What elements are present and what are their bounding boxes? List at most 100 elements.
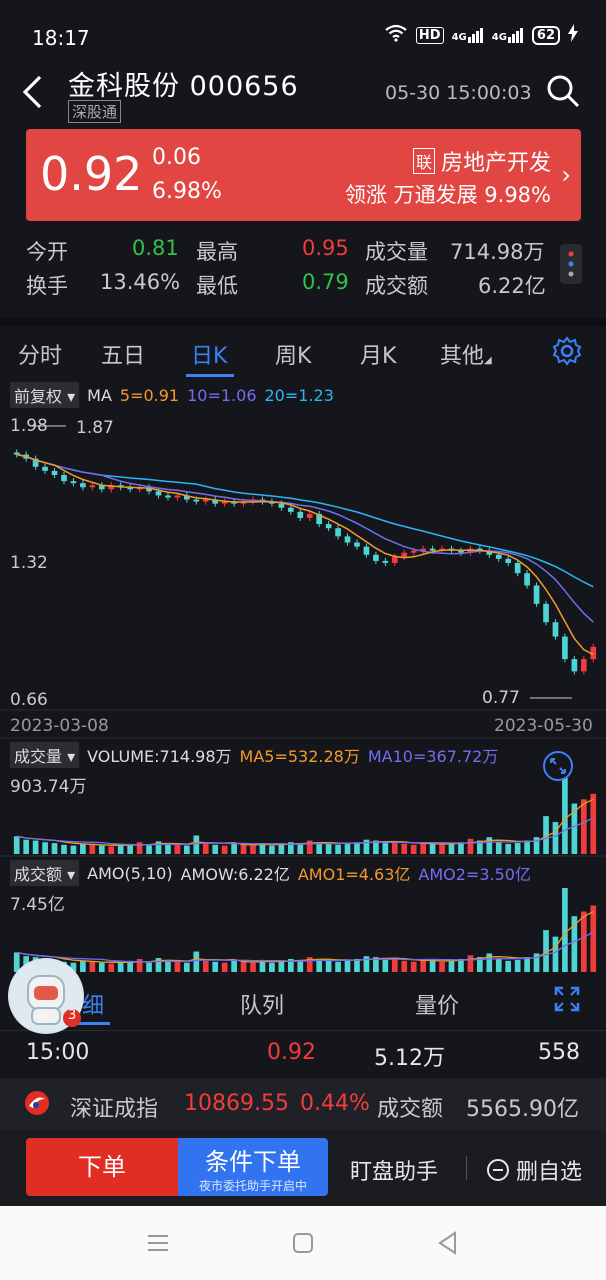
expand-chart-button[interactable]: [542, 750, 574, 782]
assistant-avatar[interactable]: 3: [8, 958, 84, 1034]
amount-bar: [316, 959, 323, 972]
volume-bar: [562, 778, 568, 854]
amount-bar: [212, 961, 219, 972]
trade-volume: 5.12万: [374, 1046, 445, 1071]
volume-bar: [363, 839, 370, 854]
ma20-line: [16, 453, 594, 588]
candle-body: [410, 550, 417, 553]
candle-body: [306, 513, 313, 518]
high-label: 最高: [196, 240, 238, 264]
volume-bar: [146, 845, 152, 854]
volume-bar: [212, 844, 219, 854]
price-change-pct: 6.98%: [152, 179, 222, 204]
amount-bar: [325, 960, 332, 972]
search-button[interactable]: [546, 74, 580, 108]
lead-pct: 9.98%: [484, 183, 551, 207]
amount-bar: [562, 888, 568, 972]
amount-dropdown[interactable]: 成交额 ▾: [10, 860, 80, 886]
amount-bar: [467, 955, 474, 972]
volume-bar: [89, 844, 96, 854]
volume-bar: [13, 836, 20, 854]
amount-bar: [184, 962, 190, 972]
y-axis-top: 1.98: [10, 416, 48, 436]
candle-body: [401, 552, 408, 557]
tab-weekly-k[interactable]: 周K: [275, 338, 311, 370]
amount-bar: [174, 961, 181, 972]
candle-body: [297, 511, 304, 518]
settings-button[interactable]: [552, 336, 582, 372]
tab-intraday[interactable]: 分时: [18, 338, 62, 370]
back-button[interactable]: [20, 74, 44, 117]
amount-bar: [552, 936, 559, 972]
amount-bar: [136, 958, 143, 972]
conditional-order-button[interactable]: 条件下单 夜市委托助手开启中: [178, 1138, 328, 1196]
volume-bar: [467, 838, 474, 854]
volume-max: 903.74万: [10, 777, 87, 797]
caret-down-icon: ◢: [484, 355, 492, 366]
search-icon: [547, 75, 580, 108]
amo-params: AMO(5,10): [87, 863, 173, 883]
price-panel[interactable]: 0.92 0.06 6.98% 联 房地产开发 领涨 万通发展 9.98% ›: [26, 129, 581, 221]
back-nav-button[interactable]: [436, 1230, 458, 1260]
volume-bar: [61, 844, 67, 854]
watch-assistant-button[interactable]: 盯盘助手: [350, 1154, 438, 1186]
fullscreen-icon: [554, 986, 580, 1012]
remove-watchlist-button[interactable]: 删自选: [486, 1154, 582, 1186]
chart-area[interactable]: [0, 378, 606, 978]
ma-label: MA: [87, 385, 112, 405]
price-change: 0.06: [152, 145, 201, 170]
more-dots-button[interactable]: [560, 244, 582, 284]
index-amount-label: 成交额: [377, 1097, 444, 1122]
amount-bar: [590, 905, 597, 972]
stock-name: 金科股份: [68, 71, 180, 102]
candle-body: [193, 499, 200, 502]
candle-body: [552, 622, 559, 637]
volume-bar: [23, 839, 30, 854]
low-value: 0.79: [302, 270, 349, 294]
battery-icon: 62: [531, 25, 560, 45]
amount-bar: [98, 962, 105, 972]
adjust-dropdown[interactable]: 前复权 ▾: [10, 382, 80, 408]
amount-bar: [193, 951, 200, 972]
amount-bar: [335, 961, 341, 972]
lead-name: 万通发展: [393, 183, 478, 207]
fullscreen-button[interactable]: [554, 986, 580, 1018]
amount-indicator-row: 成交额 ▾ AMO(5,10) AMOW:6.22亿 AMO1=4.63亿 AM…: [10, 860, 531, 886]
tab-queue[interactable]: 队列: [240, 988, 284, 1020]
candle-body: [543, 603, 549, 623]
stock-code: 000656: [189, 71, 299, 102]
quote-stats: 今开 0.81 最高 0.95 成交量 714.98万 换手 13.46% 最低…: [0, 228, 606, 318]
sector-name: 房地产开发: [440, 151, 551, 176]
candle-body: [287, 507, 294, 512]
tab-volume-price[interactable]: 量价: [415, 988, 459, 1020]
kline-chart[interactable]: [0, 378, 606, 978]
gear-icon: [552, 336, 582, 366]
amount-bar: [514, 959, 521, 972]
tab-other[interactable]: 其他◢: [440, 338, 492, 370]
signal-icon-1: 4G: [452, 27, 484, 43]
chart-tabs: 分时 五日 日K 周K 月K 其他◢: [0, 328, 606, 378]
tab-five-day[interactable]: 五日: [101, 338, 145, 370]
candle-body: [89, 485, 96, 488]
status-bar: 18:17 HD 4G 4G 62: [0, 0, 606, 62]
order-button[interactable]: 下单: [26, 1138, 178, 1196]
status-icons: HD 4G 4G 62: [384, 24, 578, 46]
sector-link[interactable]: 联 房地产开发: [412, 145, 551, 177]
trade-count: 558: [538, 1040, 580, 1065]
remove-watchlist-label: 删自选: [516, 1160, 583, 1185]
amount-bar: [202, 960, 209, 972]
volume-bar: [70, 845, 77, 854]
stock-title: 金科股份 000656: [68, 64, 299, 103]
sector-badge: 联: [412, 148, 435, 174]
candle-body: [335, 528, 341, 537]
candle-body: [571, 659, 578, 672]
menu-nav-button[interactable]: [146, 1232, 170, 1258]
trade-price: 0.92: [267, 1040, 316, 1065]
volume-bar: [165, 843, 171, 854]
volume-dropdown[interactable]: 成交量 ▾: [10, 742, 80, 768]
signal-icon-2: 4G: [492, 27, 524, 43]
index-bar[interactable]: 深证成指 10869.55 0.44% 成交额 5565.90亿: [0, 1078, 606, 1130]
tab-monthly-k[interactable]: 月K: [360, 338, 396, 370]
tab-daily-k[interactable]: 日K: [191, 338, 227, 370]
home-nav-button[interactable]: [292, 1232, 314, 1258]
